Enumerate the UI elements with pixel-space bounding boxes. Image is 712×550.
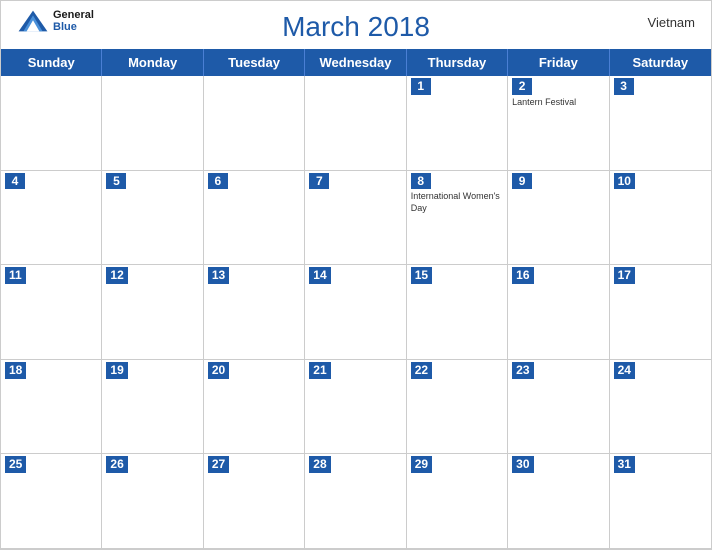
day-number: 6 xyxy=(208,173,228,190)
day-cell: 7 xyxy=(305,171,406,266)
day-number: 7 xyxy=(309,173,329,190)
day-cell: 21 xyxy=(305,360,406,455)
calendar: General Blue March 2018 Vietnam Sunday M… xyxy=(0,0,712,550)
day-cell: 11 xyxy=(1,265,102,360)
logo-blue: Blue xyxy=(53,21,94,33)
day-header-sunday: Sunday xyxy=(1,49,102,76)
day-number: 29 xyxy=(411,456,432,473)
day-number: 15 xyxy=(411,267,432,284)
day-number: 25 xyxy=(5,456,26,473)
day-cell: 28 xyxy=(305,454,406,549)
day-number: 9 xyxy=(512,173,532,190)
day-header-monday: Monday xyxy=(102,49,203,76)
day-cell: 29 xyxy=(407,454,508,549)
day-cell xyxy=(305,76,406,171)
day-cell: 4 xyxy=(1,171,102,266)
day-cell xyxy=(204,76,305,171)
day-number: 21 xyxy=(309,362,330,379)
calendar-header: General Blue March 2018 Vietnam xyxy=(1,1,711,49)
day-cell: 15 xyxy=(407,265,508,360)
day-number: 13 xyxy=(208,267,229,284)
day-cell: 13 xyxy=(204,265,305,360)
day-cell: 24 xyxy=(610,360,711,455)
day-cell: 1 xyxy=(407,76,508,171)
day-number: 20 xyxy=(208,362,229,379)
day-number: 24 xyxy=(614,362,635,379)
day-cell xyxy=(1,76,102,171)
day-number: 22 xyxy=(411,362,432,379)
day-cell: 14 xyxy=(305,265,406,360)
day-cell: 5 xyxy=(102,171,203,266)
day-cell: 12 xyxy=(102,265,203,360)
day-number: 23 xyxy=(512,362,533,379)
day-number: 31 xyxy=(614,456,635,473)
day-number: 3 xyxy=(614,78,634,95)
day-number: 1 xyxy=(411,78,431,95)
event-text: International Women's Day xyxy=(411,191,503,214)
day-number: 14 xyxy=(309,267,330,284)
day-header-wednesday: Wednesday xyxy=(305,49,406,76)
day-number: 18 xyxy=(5,362,26,379)
day-cell: 26 xyxy=(102,454,203,549)
logo-text: General Blue xyxy=(53,9,94,33)
day-number: 28 xyxy=(309,456,330,473)
day-cell: 19 xyxy=(102,360,203,455)
month-title: March 2018 xyxy=(17,11,695,43)
day-cell: 17 xyxy=(610,265,711,360)
country-label: Vietnam xyxy=(648,15,695,30)
day-cell: 16 xyxy=(508,265,609,360)
day-number: 10 xyxy=(614,173,635,190)
day-cell: 2 Lantern Festival xyxy=(508,76,609,171)
day-number: 5 xyxy=(106,173,126,190)
day-cell: 9 xyxy=(508,171,609,266)
day-number: 17 xyxy=(614,267,635,284)
generalblue-logo-icon xyxy=(17,9,49,33)
day-number: 11 xyxy=(5,267,26,284)
day-cell: 20 xyxy=(204,360,305,455)
day-cell: 22 xyxy=(407,360,508,455)
day-header-tuesday: Tuesday xyxy=(204,49,305,76)
day-header-thursday: Thursday xyxy=(407,49,508,76)
day-number: 2 xyxy=(512,78,532,95)
day-cell: 27 xyxy=(204,454,305,549)
logo-area: General Blue xyxy=(17,9,94,33)
day-cell: 10 xyxy=(610,171,711,266)
day-cell: 8International Women's Day xyxy=(407,171,508,266)
day-cell: 18 xyxy=(1,360,102,455)
day-number: 27 xyxy=(208,456,229,473)
day-cell: 23 xyxy=(508,360,609,455)
calendar-grid: 12Lantern Festival345678International Wo… xyxy=(1,76,711,549)
day-header-friday: Friday xyxy=(508,49,609,76)
day-number: 8 xyxy=(411,173,431,190)
logo-general: General xyxy=(53,9,94,21)
day-number: 16 xyxy=(512,267,533,284)
day-number: 4 xyxy=(5,173,25,190)
day-cell: 6 xyxy=(204,171,305,266)
event-text: Lantern Festival xyxy=(512,97,604,109)
day-number: 30 xyxy=(512,456,533,473)
day-number: 19 xyxy=(106,362,127,379)
day-cell: 3 xyxy=(610,76,711,171)
day-headers: Sunday Monday Tuesday Wednesday Thursday… xyxy=(1,49,711,76)
day-cell: 31 xyxy=(610,454,711,549)
day-cell: 30 xyxy=(508,454,609,549)
day-cell xyxy=(102,76,203,171)
day-header-saturday: Saturday xyxy=(610,49,711,76)
day-number: 12 xyxy=(106,267,127,284)
day-number: 26 xyxy=(106,456,127,473)
day-cell: 25 xyxy=(1,454,102,549)
